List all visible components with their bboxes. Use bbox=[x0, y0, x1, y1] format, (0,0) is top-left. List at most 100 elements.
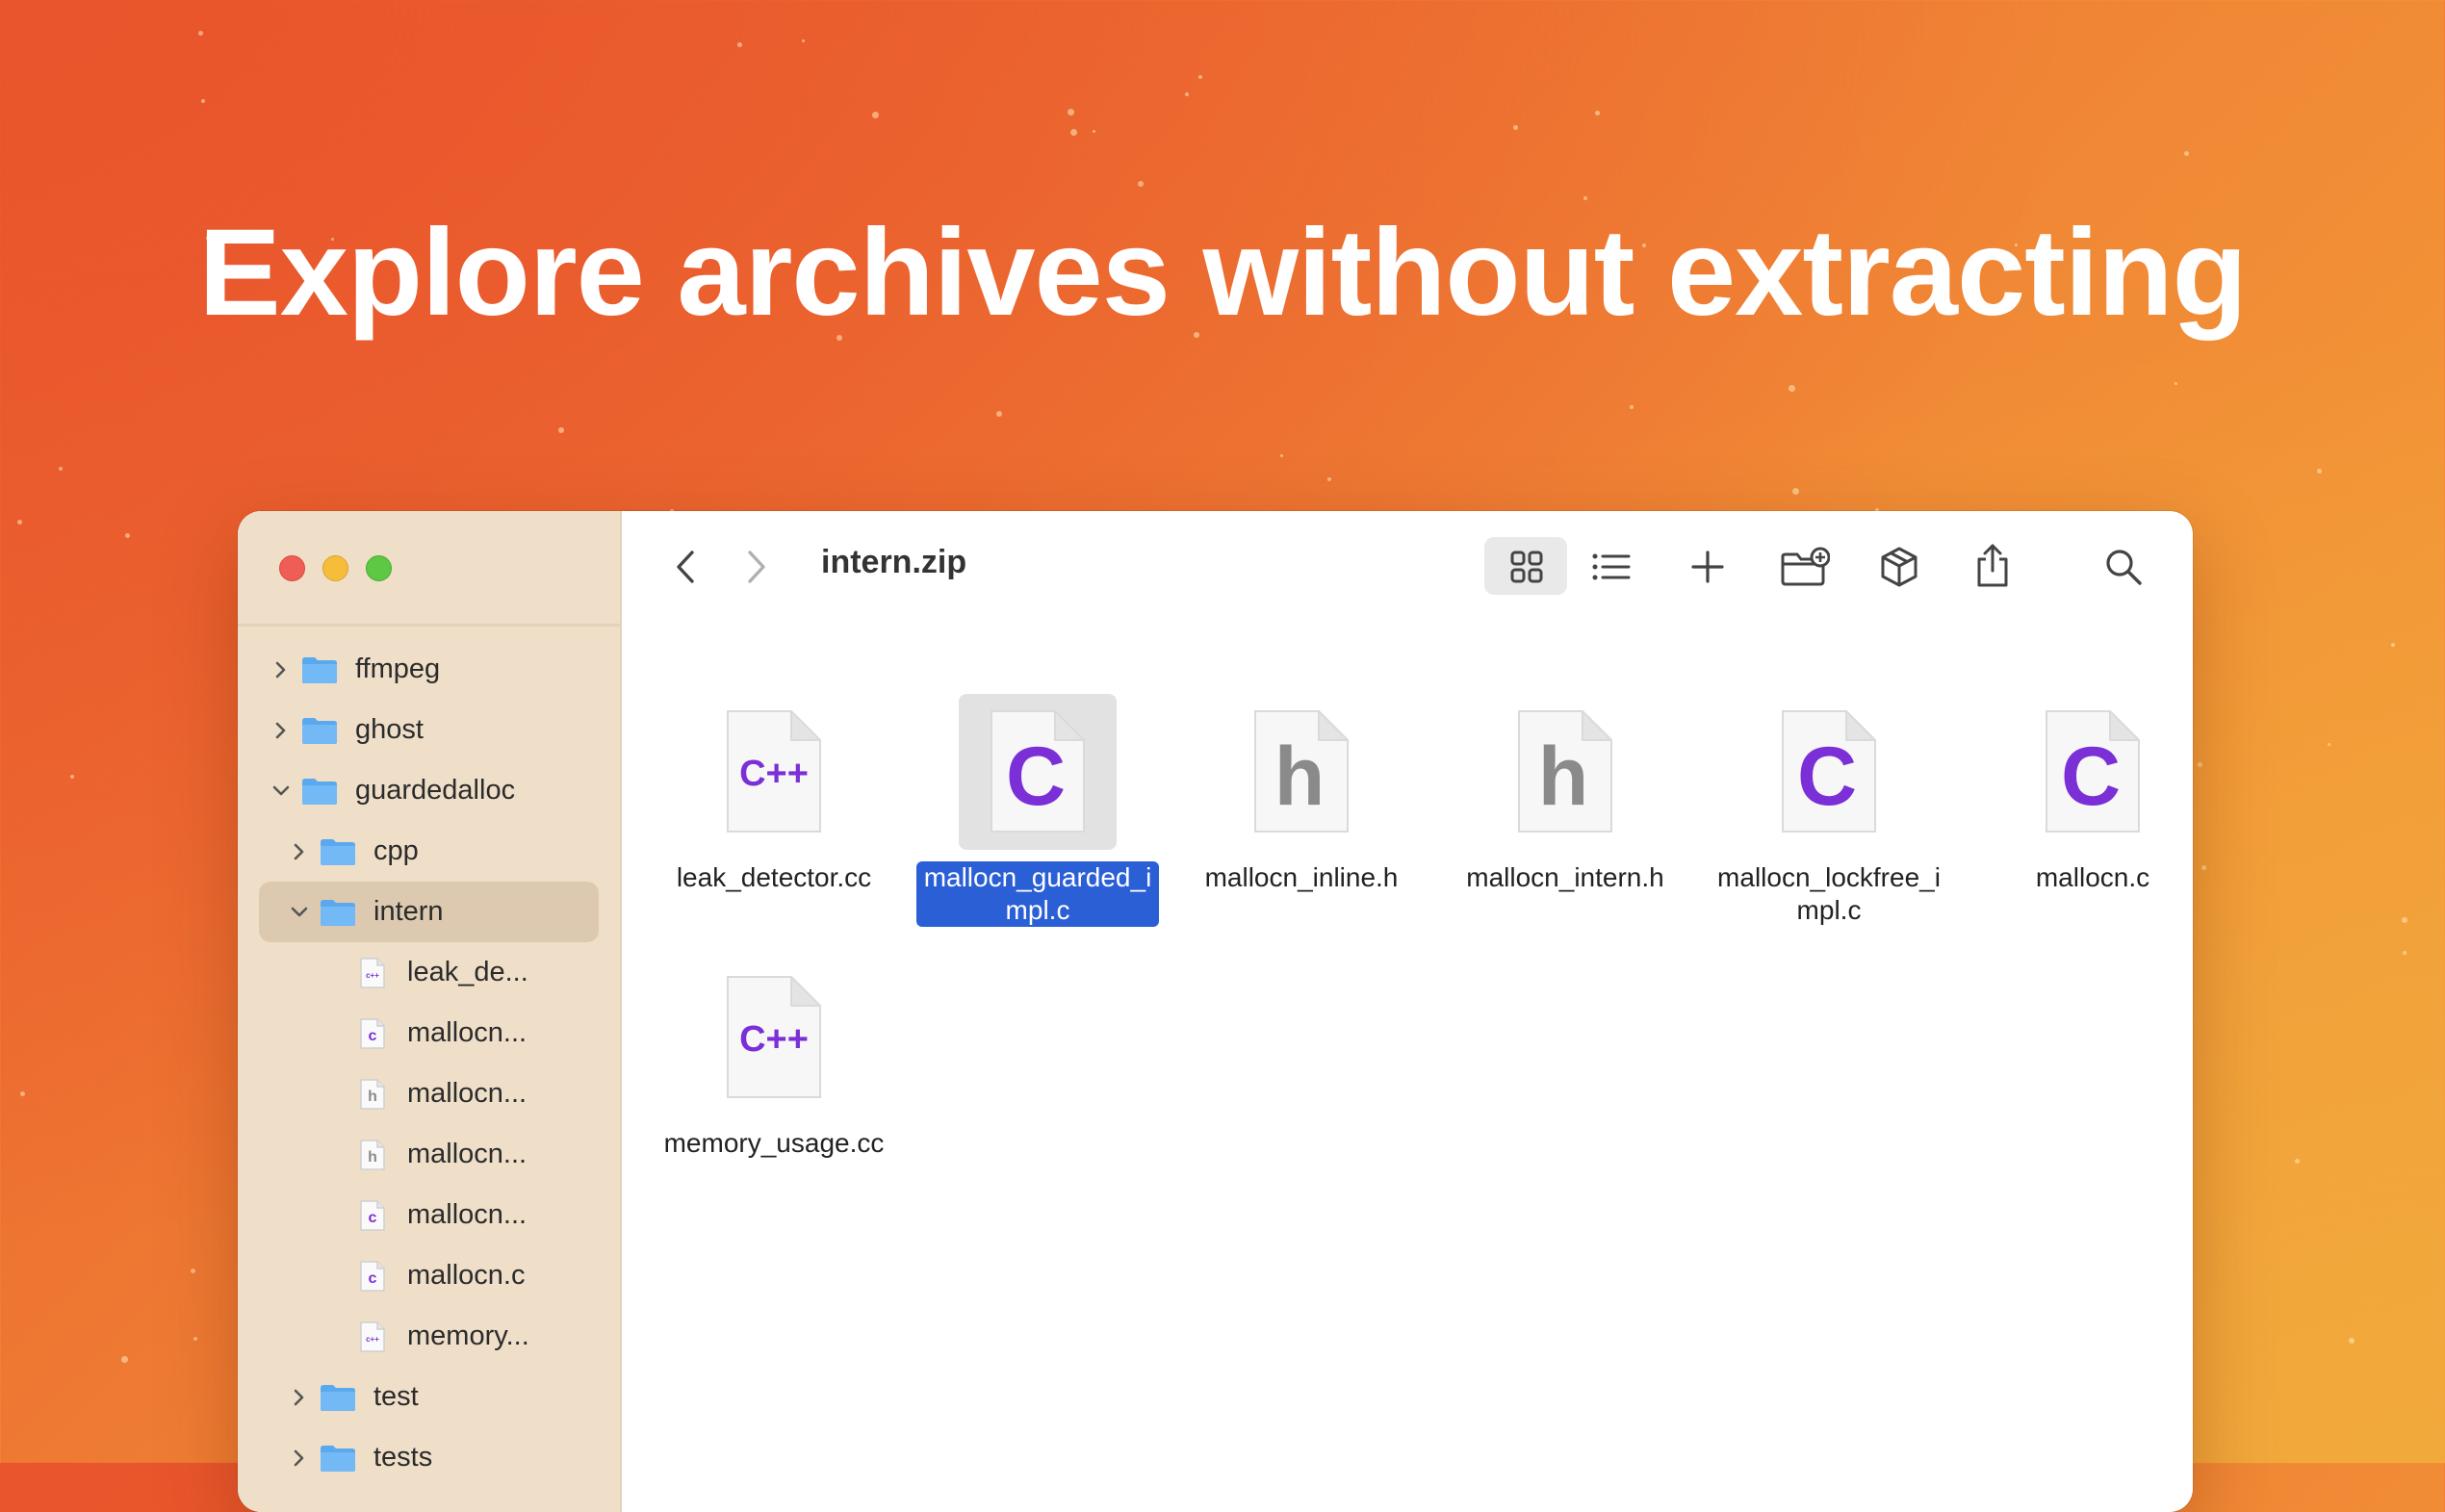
background-speck bbox=[1068, 109, 1074, 115]
background-speck bbox=[2328, 743, 2330, 746]
sidebar-folder-item[interactable]: guardedalloc bbox=[238, 760, 620, 821]
toolbar: intern.zip bbox=[620, 511, 2193, 627]
cpp-file-icon: c++ bbox=[360, 957, 385, 988]
chevron-right-icon bbox=[294, 843, 304, 859]
chevron-left-icon bbox=[677, 551, 694, 583]
new-folder-button[interactable] bbox=[1771, 538, 1839, 596]
share-button[interactable] bbox=[1964, 534, 2021, 598]
disclosure-toggle[interactable] bbox=[267, 655, 296, 684]
file-item[interactable]: h mallocn_intern.h bbox=[1440, 694, 1690, 894]
add-button[interactable] bbox=[1679, 540, 1737, 594]
forward-button[interactable] bbox=[737, 546, 776, 588]
sidebar-folder-item[interactable]: tests bbox=[238, 1427, 620, 1488]
background-speck bbox=[1093, 130, 1095, 133]
sidebar-folder-item[interactable]: test bbox=[238, 1367, 620, 1427]
sidebar-item-label: ghost bbox=[355, 714, 424, 745]
svg-text:h: h bbox=[1274, 730, 1325, 823]
sidebar-file-item[interactable]: h mallocn... bbox=[238, 1064, 620, 1124]
sidebar-file-item[interactable]: c++ memory... bbox=[238, 1306, 620, 1367]
sidebar-item-label: mallocn.c bbox=[407, 1260, 526, 1291]
window-title: intern.zip bbox=[821, 544, 967, 580]
sidebar-folder-item[interactable]: ghost bbox=[238, 700, 620, 760]
svg-text:c: c bbox=[369, 1270, 377, 1287]
file-thumbnail: C bbox=[1750, 694, 1908, 850]
background-speck bbox=[17, 520, 22, 525]
c-file-icon: c bbox=[360, 1199, 385, 1231]
svg-text:c: c bbox=[369, 1210, 377, 1226]
sidebar-item-label: mallocn... bbox=[407, 1078, 528, 1109]
file-name: leak_detector.cc bbox=[676, 862, 872, 892]
sidebar-item-label: guardedalloc bbox=[355, 775, 516, 806]
cpp-file-icon: c++ bbox=[360, 1320, 385, 1352]
close-window-button[interactable] bbox=[279, 555, 305, 581]
file-item[interactable]: Cmallocn_guarded_impl.c bbox=[913, 694, 1163, 927]
disclosure-toggle[interactable] bbox=[285, 1383, 314, 1412]
disclosure-toggle[interactable] bbox=[285, 837, 314, 866]
sidebar-item-label: tests bbox=[373, 1442, 433, 1473]
sidebar-tree: ffmpeg ghost guardedalloc cpp intern c++ leak_… bbox=[238, 639, 620, 1488]
background-speck bbox=[558, 427, 564, 433]
folder-icon bbox=[321, 838, 355, 865]
background-speck bbox=[2317, 469, 2322, 474]
sidebar-item-label: mallocn... bbox=[407, 1017, 528, 1048]
back-button[interactable] bbox=[666, 546, 705, 588]
zoom-window-button[interactable] bbox=[366, 555, 392, 581]
sidebar-divider bbox=[238, 624, 620, 627]
header-file-icon: h bbox=[360, 1078, 385, 1110]
sidebar-folder-item[interactable]: intern bbox=[238, 882, 620, 942]
background-speck bbox=[193, 1337, 197, 1341]
search-icon bbox=[2106, 550, 2142, 585]
search-button[interactable] bbox=[2095, 540, 2152, 594]
sidebar-file-item[interactable]: c mallocn... bbox=[238, 1003, 620, 1064]
sidebar-file-item[interactable]: h mallocn... bbox=[238, 1124, 620, 1185]
disclosure-toggle[interactable] bbox=[285, 898, 314, 927]
sidebar-item-label: mallocn... bbox=[407, 1139, 528, 1169]
svg-text:c++: c++ bbox=[366, 971, 379, 980]
grid-view-button[interactable] bbox=[1484, 537, 1567, 595]
sidebar-folder-item[interactable]: ffmpeg bbox=[238, 639, 620, 700]
list-view-button[interactable] bbox=[1583, 540, 1640, 594]
disclosure-toggle[interactable] bbox=[267, 777, 296, 806]
svg-text:h: h bbox=[1538, 730, 1589, 823]
file-item[interactable]: Cmallocn.c bbox=[1968, 694, 2193, 894]
disclosure-toggle[interactable] bbox=[285, 1444, 314, 1473]
header-file-icon: h bbox=[360, 1139, 385, 1170]
share-icon bbox=[1977, 544, 2008, 587]
svg-text:h: h bbox=[368, 1089, 377, 1105]
sidebar-item-label: ffmpeg bbox=[355, 653, 441, 684]
background-speck bbox=[1138, 181, 1144, 187]
background-speck bbox=[802, 39, 805, 42]
file-name: memory_usage.cc bbox=[663, 1128, 885, 1158]
background-speck bbox=[996, 411, 1002, 417]
file-item[interactable]: C++ memory_usage.cc bbox=[649, 960, 899, 1160]
background-speck bbox=[59, 467, 63, 471]
chevron-right-icon bbox=[748, 551, 765, 583]
background-speck bbox=[2184, 151, 2189, 156]
file-item[interactable]: C++ leak_detector.cc bbox=[649, 694, 899, 894]
cpp-file-icon: C++ bbox=[727, 710, 821, 833]
minimize-window-button[interactable] bbox=[322, 555, 348, 581]
c-file-icon: c bbox=[360, 1260, 385, 1292]
file-item[interactable]: h mallocn_inline.h bbox=[1176, 694, 1427, 894]
background-speck bbox=[1583, 196, 1587, 200]
file-thumbnail: C++ bbox=[695, 960, 853, 1115]
cpp-file-icon: C++ bbox=[727, 976, 821, 1098]
background-speck bbox=[70, 775, 74, 779]
sidebar-file-item[interactable]: c++ leak_de... bbox=[238, 942, 620, 1003]
archive-button[interactable] bbox=[1867, 538, 1931, 596]
folder-icon bbox=[302, 656, 337, 683]
background-speck bbox=[2403, 951, 2406, 955]
file-item[interactable]: Cmallocn_lockfree_impl.c bbox=[1704, 694, 1954, 927]
background-speck bbox=[201, 99, 205, 103]
sidebar-item-label: cpp bbox=[373, 835, 419, 866]
chevron-right-icon bbox=[294, 1389, 304, 1405]
file-name: mallocn_inline.h bbox=[1204, 862, 1399, 892]
disclosure-toggle[interactable] bbox=[267, 716, 296, 745]
sidebar-item-label: mallocn... bbox=[407, 1199, 528, 1230]
background-speck bbox=[1185, 92, 1189, 96]
finder-window: ffmpeg ghost guardedalloc cpp intern c++ leak_… bbox=[238, 511, 2193, 1512]
background-speck bbox=[2402, 917, 2407, 923]
sidebar-file-item[interactable]: c mallocn... bbox=[238, 1185, 620, 1245]
sidebar-folder-item[interactable]: cpp bbox=[238, 821, 620, 882]
sidebar-file-item[interactable]: c mallocn.c bbox=[238, 1245, 620, 1306]
